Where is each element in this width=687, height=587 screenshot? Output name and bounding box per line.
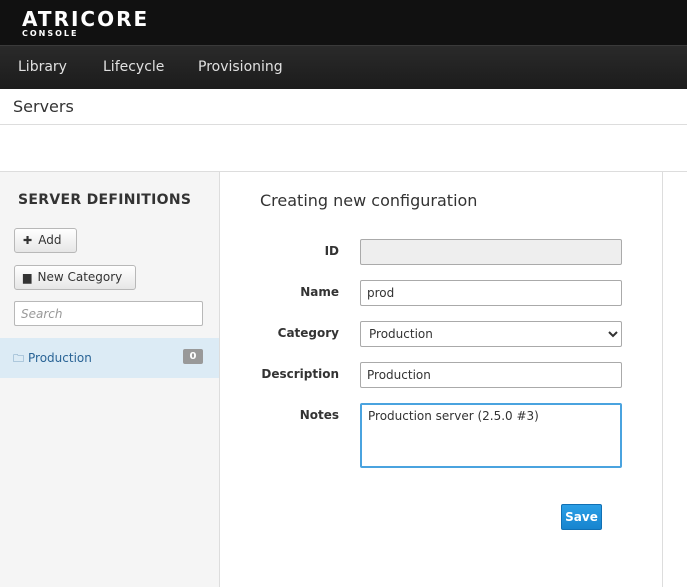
add-button[interactable]: ✚ Add (14, 228, 77, 253)
plus-icon: ✚ (23, 234, 33, 247)
nav-item-lifecycle[interactable]: Lifecycle (103, 46, 164, 90)
toolbar-strip (0, 125, 687, 172)
category-label: Category (277, 326, 339, 340)
add-button-label: Add (38, 233, 62, 247)
id-label: ID (324, 244, 339, 258)
tree-item-label-wrap: 🗀 Production (13, 350, 92, 369)
configuration-form-panel: Creating new configuration ID Name Categ… (220, 172, 663, 587)
sidebar: SERVER DEFINITIONS ✚ Add ▆ New Category 🗀 P… (0, 172, 220, 587)
page-title: Servers (13, 97, 74, 116)
new-category-button[interactable]: ▆ New Category (14, 265, 136, 290)
save-button[interactable]: Save (561, 504, 602, 530)
page-header: Servers (0, 89, 687, 125)
tree-item-production[interactable]: 🗀 Production 0 (0, 338, 219, 378)
atricore-logo[interactable]: ATRICORE CONSOLE (22, 7, 150, 38)
sidebar-heading: SERVER DEFINITIONS (18, 192, 192, 208)
new-category-button-label: New Category (37, 270, 123, 284)
description-field[interactable] (360, 362, 622, 388)
brand-bar: ATRICORE CONSOLE (0, 0, 687, 45)
logo-text: ATRICORE (22, 7, 150, 31)
id-field[interactable] (360, 239, 622, 265)
description-label: Description (261, 367, 339, 381)
logo-subtitle: CONSOLE (22, 29, 79, 38)
name-field[interactable] (360, 280, 622, 306)
notes-textarea[interactable]: Production server (2.5.0 #3) (360, 403, 622, 468)
nav-item-library[interactable]: Library (18, 46, 67, 90)
count-badge: 0 (183, 349, 203, 364)
folder-open-icon: 🗀 (13, 352, 24, 365)
form-title: Creating new configuration (260, 191, 478, 210)
notes-label: Notes (299, 408, 339, 422)
category-select[interactable]: Production (360, 321, 622, 347)
folder-icon: ▆ (23, 271, 32, 284)
name-label: Name (300, 285, 339, 299)
nav-item-provisioning[interactable]: Provisioning (198, 46, 283, 90)
search-input[interactable] (14, 301, 203, 326)
tree-item-label: Production (28, 351, 92, 365)
main-navbar: Library Lifecycle Provisioning (0, 45, 687, 89)
